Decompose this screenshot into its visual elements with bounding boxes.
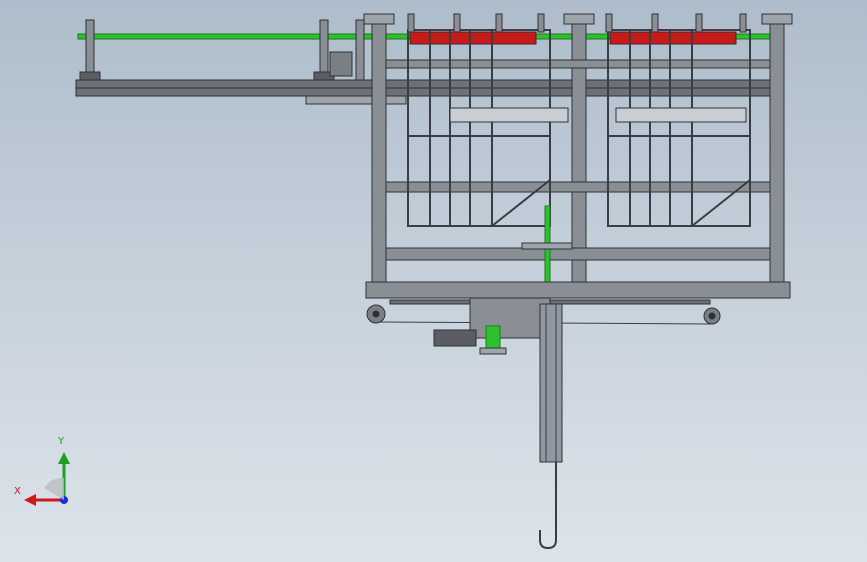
red-plate-left — [409, 31, 537, 45]
coordinate-triad: Y X — [14, 436, 78, 510]
top-beam-lower-flange — [305, 95, 407, 105]
triad-axes-icon — [24, 452, 70, 506]
crossbar-bracket — [521, 242, 573, 250]
frame-beam-lower — [385, 247, 771, 261]
post-left-1 — [85, 19, 95, 81]
motor-box-top — [329, 51, 353, 77]
frame-column-right — [769, 19, 785, 283]
cad-model-drawing[interactable] — [0, 0, 867, 562]
hook — [539, 462, 557, 550]
drive-gearbox — [469, 297, 551, 339]
cylinder-rail-left — [449, 107, 569, 123]
frame-column-middle — [571, 19, 587, 283]
frame-beam-upper — [385, 59, 771, 69]
triad-y-label: Y — [58, 436, 65, 447]
post-left-3 — [355, 19, 365, 81]
post-left-2 — [319, 19, 329, 81]
bottom-carriage-rail — [365, 281, 791, 299]
lift-arm — [539, 303, 563, 463]
cylinder-rail-right — [615, 107, 747, 123]
drive-motor — [433, 329, 477, 347]
triad-x-label: X — [14, 486, 21, 497]
frame-beam-mid — [385, 181, 771, 193]
frame-column-left — [371, 19, 387, 283]
red-plate-right — [609, 31, 737, 45]
cad-viewport[interactable]: Y X — [0, 0, 867, 562]
